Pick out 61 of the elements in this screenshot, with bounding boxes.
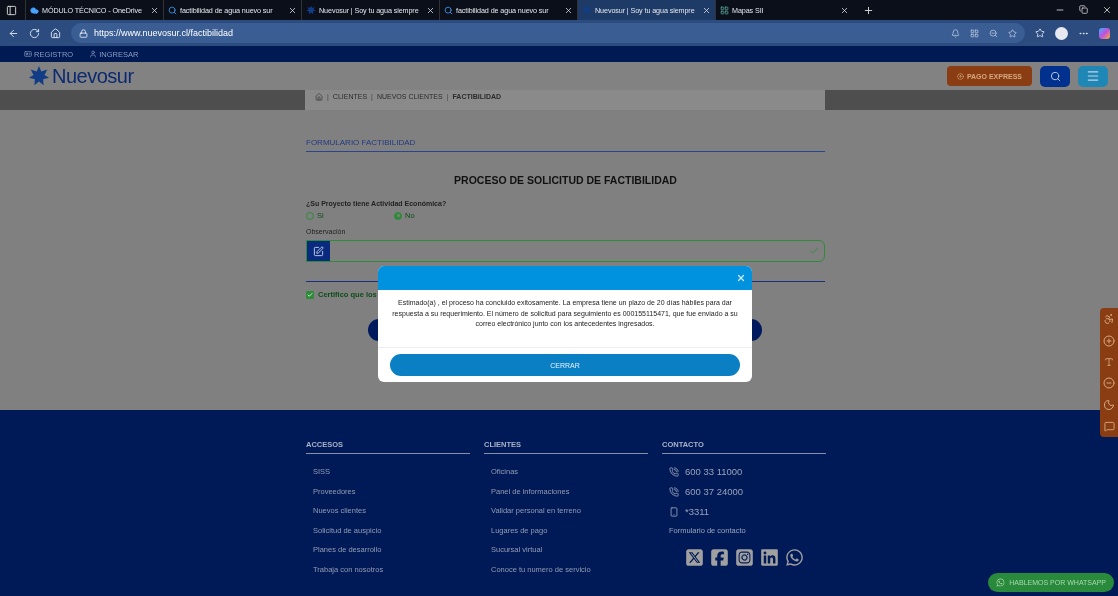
- bell-icon[interactable]: [951, 28, 960, 38]
- instagram-icon[interactable]: [734, 548, 754, 567]
- map-icon: [720, 5, 729, 15]
- accessibility-icon[interactable]: [1103, 313, 1115, 325]
- search-button[interactable]: [1040, 65, 1070, 87]
- check-icon: [809, 246, 819, 256]
- id-card-icon: [24, 50, 32, 58]
- whatsapp-icon[interactable]: [784, 548, 804, 567]
- star-logo-icon: [28, 65, 50, 87]
- new-tab-icon[interactable]: [863, 4, 874, 16]
- user-icon: [89, 50, 98, 58]
- section-title: FORMULARIO FACTIBILIDAD: [306, 138, 825, 152]
- zoom-out-icon[interactable]: [989, 28, 998, 38]
- restore-icon[interactable]: [1079, 5, 1088, 14]
- observation-field[interactable]: [306, 240, 825, 262]
- favorites-icon[interactable]: [1035, 28, 1045, 38]
- search-icon: [444, 5, 453, 15]
- favorite-star-icon[interactable]: [1008, 28, 1017, 38]
- close-icon[interactable]: [564, 5, 573, 15]
- menu-icon: [1086, 69, 1100, 83]
- address-bar[interactable]: https://www.nuevosur.cl/factibilidad: [71, 23, 1025, 43]
- copilot-icon[interactable]: [1099, 27, 1110, 39]
- site-logo-text: Nuevosur: [52, 64, 134, 88]
- tab-actions-icon[interactable]: [6, 4, 17, 16]
- x-icon[interactable]: [684, 548, 704, 567]
- checkbox[interactable]: [306, 290, 314, 299]
- facebook-icon[interactable]: [709, 548, 729, 567]
- search-icon: [1049, 70, 1061, 82]
- moon-icon[interactable]: [1103, 399, 1115, 411]
- close-icon[interactable]: [840, 5, 849, 15]
- phone-icon: [669, 466, 679, 477]
- apps-icon[interactable]: [970, 28, 979, 38]
- text-size-icon[interactable]: [1104, 357, 1114, 367]
- cloud-icon: [30, 5, 39, 15]
- profile-avatar[interactable]: [1055, 26, 1068, 40]
- close-icon[interactable]: [702, 5, 711, 15]
- phone-icon: [669, 486, 679, 497]
- phone-number[interactable]: 600 33 11000: [685, 466, 743, 477]
- radio-button[interactable]: [394, 211, 402, 220]
- zoom-out-icon[interactable]: [1103, 377, 1115, 389]
- whatsapp-icon: [996, 578, 1006, 587]
- linkedin-icon[interactable]: [759, 548, 779, 567]
- star-logo-icon: [306, 5, 316, 15]
- star-logo-icon: [582, 5, 592, 15]
- lock-icon: [79, 28, 88, 38]
- url-text: https://www.nuevosur.cl/factibilidad: [94, 28, 234, 38]
- close-icon[interactable]: [288, 5, 297, 15]
- back-icon[interactable]: [8, 27, 19, 39]
- reload-icon[interactable]: [29, 27, 40, 39]
- close-icon[interactable]: [150, 5, 159, 15]
- close-icon[interactable]: [1102, 5, 1112, 15]
- phone-number[interactable]: *3311: [685, 506, 710, 517]
- phone-number[interactable]: 600 37 24000: [685, 486, 744, 497]
- mobile-phone-icon: [669, 506, 679, 517]
- chat-icon[interactable]: [1103, 421, 1115, 432]
- arrow-up-circle-icon: [956, 72, 964, 80]
- form-heading: PROCESO DE SOLICITUD DE FACTIBILIDAD: [453, 174, 678, 186]
- close-icon[interactable]: [426, 5, 435, 15]
- zoom-in-icon[interactable]: [1103, 335, 1115, 347]
- edit-icon: [313, 245, 324, 257]
- search-icon: [168, 5, 177, 15]
